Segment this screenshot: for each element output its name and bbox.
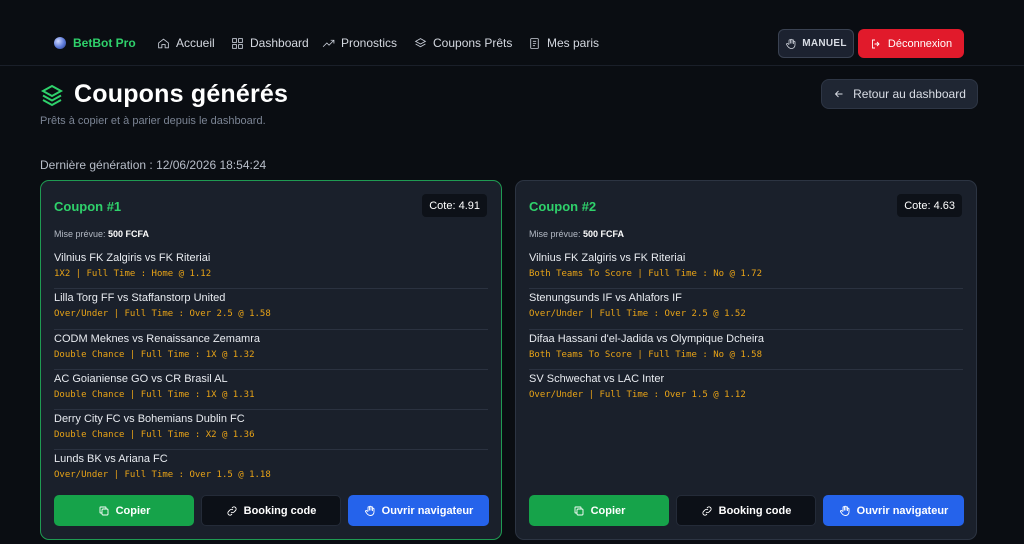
nav-item-mes-paris[interactable]: Mes paris [528, 36, 599, 50]
booking-code-button[interactable]: Booking code [676, 495, 816, 526]
booking-code-label: Booking code [718, 504, 792, 517]
logout-icon [871, 39, 880, 48]
link-icon [702, 506, 712, 515]
match-list: Vilnius FK Zalgiris vs FK Riteriai 1X2 |… [54, 249, 488, 491]
coupon-actions: Copier Booking code Ouvrir navigateur [54, 495, 489, 526]
match-bet: Double Chance | Full Time : 1X @ 1.31 [54, 389, 255, 400]
grid-icon [232, 37, 243, 49]
copy-icon [574, 506, 584, 515]
match-name: Difaa Hassani d'el-Jadida vs Olympique D… [529, 332, 765, 345]
nav-item-dashboard[interactable]: Dashboard [231, 36, 309, 50]
link-icon [227, 506, 237, 515]
receipt-icon [530, 37, 539, 49]
match-name: Vilnius FK Zalgiris vs FK Riteriai [529, 252, 686, 264]
copy-button[interactable]: Copier [54, 495, 194, 526]
match-row: Vilnius FK Zalgiris vs FK Riteriai Both … [529, 249, 963, 290]
coupon-card-2: Coupon #2 Cote: 4.63 Mise prévue: 500 FC… [515, 180, 977, 540]
globe-logo-icon [54, 37, 66, 49]
last-generation-text: Dernière génération : 12/06/2026 18:54:2… [40, 158, 267, 172]
coupon-odds-badge: Cote: 4.63 [897, 194, 962, 217]
copy-label: Copier [590, 504, 626, 517]
coupon-title: Coupon #1 [54, 199, 122, 214]
open-browser-button[interactable]: Ouvrir navigateur [348, 495, 489, 526]
page-header: Coupons générés [40, 80, 288, 109]
match-bet: Double Chance | Full Time : X2 @ 1.36 [54, 430, 255, 441]
match-name: Lunds BK vs Ariana FC [54, 453, 168, 466]
hand-icon [786, 38, 796, 49]
manual-mode-button[interactable]: MANUEL [778, 29, 854, 58]
nav-item-label: Dashboard [250, 36, 309, 50]
open-browser-button[interactable]: Ouvrir navigateur [823, 495, 964, 526]
match-row: Vilnius FK Zalgiris vs FK Riteriai 1X2 |… [54, 249, 488, 290]
match-name: Vilnius FK Zalgiris vs FK Riteriai [54, 252, 211, 264]
copy-button[interactable]: Copier [529, 495, 669, 526]
nav-item-label: Coupons Prêts [433, 36, 513, 50]
manual-mode-label: MANUEL [802, 38, 847, 49]
open-browser-label: Ouvrir navigateur [856, 504, 949, 517]
booking-code-button[interactable]: Booking code [201, 495, 341, 526]
match-row: Derry City FC vs Bohemians Dublin FC Dou… [54, 410, 488, 451]
brand-name: BetBot Pro [73, 36, 136, 50]
nav-item-pronostics[interactable]: Pronostics [322, 36, 397, 50]
match-row: Difaa Hassani d'el-Jadida vs Olympique D… [529, 330, 963, 370]
match-name: Lilla Torg FF vs Staffanstorp United [54, 292, 226, 305]
match-row: Lunds BK vs Ariana FC Over/Under | Full … [54, 450, 488, 490]
nav-item-label: Pronostics [341, 36, 398, 50]
stake-text: Mise prévue: 500 FCFA [529, 229, 624, 239]
nav-item-label: Accueil [176, 36, 215, 50]
match-row: AC Goianiense GO vs CR Brasil AL Double … [54, 370, 488, 411]
stake-label: Mise prévue: [529, 229, 584, 239]
match-bet: Over/Under | Full Time : Over 2.5 @ 1.58 [54, 309, 271, 320]
top-navbar: BetBot Pro Accueil Dashboard Pronostics … [0, 0, 1024, 66]
stake-value: 500 FCFA [583, 229, 625, 239]
logout-button[interactable]: Déconnexion [858, 29, 964, 58]
layers-icon [40, 84, 64, 106]
coupon-odds-badge: Cote: 4.91 [422, 194, 487, 217]
stake-value: 500 FCFA [108, 229, 150, 239]
brand[interactable]: BetBot Pro [54, 36, 136, 50]
match-row: SV Schwechat vs LAC Inter Over/Under | F… [529, 370, 963, 410]
stake-text: Mise prévue: 500 FCFA [54, 229, 149, 239]
copy-label: Copier [115, 504, 151, 517]
page-subtitle: Prêts à copier et à parier depuis le das… [40, 115, 266, 127]
page-title: Coupons générés [74, 80, 289, 108]
copy-icon [99, 506, 109, 515]
nav-item-accueil[interactable]: Accueil [157, 36, 215, 50]
match-bet: Over/Under | Full Time : Over 1.5 @ 1.18 [54, 470, 271, 481]
match-name: Stenungsunds IF vs Ahlafors IF [529, 292, 682, 305]
match-name: AC Goianiense GO vs CR Brasil AL [54, 372, 228, 385]
match-name: SV Schwechat vs LAC Inter [529, 372, 665, 385]
arrow-left-icon [834, 90, 843, 98]
match-row: Stenungsunds IF vs Ahlafors IF Over/Unde… [529, 289, 963, 330]
match-bet: Both Teams To Score | Full Time : No @ 1… [529, 269, 762, 279]
match-name: CODM Meknes vs Renaissance Zemamra [54, 332, 261, 345]
stake-label: Mise prévue: [54, 229, 109, 239]
back-label: Retour au dashboard [853, 87, 966, 101]
back-to-dashboard-button[interactable]: Retour au dashboard [821, 79, 978, 109]
home-icon [158, 38, 169, 48]
match-bet: Over/Under | Full Time : Over 2.5 @ 1.52 [529, 309, 746, 320]
open-browser-label: Ouvrir navigateur [381, 504, 474, 517]
match-list: Vilnius FK Zalgiris vs FK Riteriai Both … [529, 249, 963, 410]
match-bet: Double Chance | Full Time : 1X @ 1.32 [54, 349, 255, 360]
nav-item-label: Mes paris [547, 36, 600, 50]
coupon-card-1: Coupon #1 Cote: 4.91 Mise prévue: 500 FC… [40, 180, 502, 540]
match-name: Derry City FC vs Bohemians Dublin FC [54, 413, 245, 426]
match-row: CODM Meknes vs Renaissance Zemamra Doubl… [54, 330, 488, 370]
match-bet: Over/Under | Full Time : Over 1.5 @ 1.12 [529, 389, 746, 400]
hand-icon [839, 505, 850, 516]
coupon-title: Coupon #2 [529, 199, 597, 214]
hand-icon [364, 505, 375, 516]
trend-icon [322, 39, 335, 47]
booking-code-label: Booking code [243, 504, 317, 517]
match-row: Lilla Torg FF vs Staffanstorp United Ove… [54, 289, 488, 330]
nav-item-coupons-prets[interactable]: Coupons Prêts [414, 36, 512, 50]
layers-icon [414, 37, 427, 47]
match-bet: 1X2 | Full Time : Home @ 1.12 [54, 269, 212, 279]
coupon-actions: Copier Booking code Ouvrir navigateur [529, 495, 964, 526]
logout-label: Déconnexion [887, 37, 953, 50]
match-bet: Both Teams To Score | Full Time : No @ 1… [529, 349, 762, 360]
